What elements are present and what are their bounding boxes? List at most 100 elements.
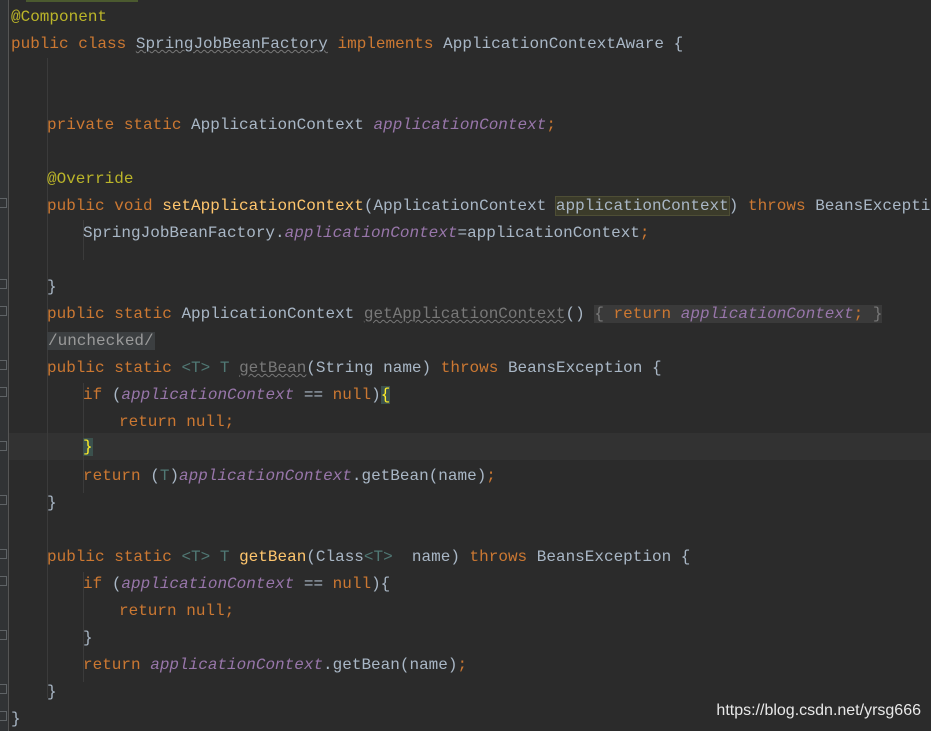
code-line[interactable]: public void setApplicationContext(Applic… xyxy=(47,196,931,216)
method-name: getBean xyxy=(239,548,307,566)
code-line[interactable]: /unchecked/ xyxy=(47,331,155,351)
code-line[interactable]: public static ApplicationContext getAppl… xyxy=(47,304,883,324)
search-highlight xyxy=(26,0,138,2)
code-line[interactable]: public static <T> T getBean(String name)… xyxy=(47,358,662,378)
fold-marker-icon[interactable] xyxy=(0,198,7,208)
keyword: private xyxy=(47,116,115,134)
fold-marker-icon[interactable] xyxy=(0,306,7,316)
fold-marker-icon[interactable] xyxy=(0,549,7,559)
keyword: if xyxy=(83,386,103,404)
code-line[interactable]: return applicationContext.getBean(name); xyxy=(83,655,467,675)
type-name: ApplicationContext xyxy=(181,305,355,323)
code-line[interactable]: private static ApplicationContext applic… xyxy=(47,115,556,135)
operator: == xyxy=(303,575,324,593)
field-name: applicationContext xyxy=(179,467,352,485)
field-name: applicationContext xyxy=(284,224,458,242)
code-line[interactable]: } xyxy=(47,682,57,702)
field-name: applicationContext xyxy=(680,305,854,323)
type-parameter: <T> xyxy=(181,548,211,566)
folded-annotation[interactable]: /unchecked/ xyxy=(47,332,155,350)
fold-marker-icon[interactable] xyxy=(0,441,7,451)
fold-marker-icon[interactable] xyxy=(0,495,7,505)
fold-marker-icon[interactable] xyxy=(0,711,7,721)
field-name: applicationContext xyxy=(373,116,547,134)
annotation: @Override xyxy=(47,170,134,188)
parameters: (String name) xyxy=(306,359,432,377)
type-name: ApplicationContext xyxy=(373,197,547,215)
keyword: return xyxy=(83,656,141,674)
paren: ( xyxy=(111,575,122,593)
keyword: static xyxy=(114,305,172,323)
field-name: applicationContext xyxy=(150,656,324,674)
keyword: throws xyxy=(440,359,499,377)
code-line[interactable]: } xyxy=(83,437,93,457)
paren: ) xyxy=(371,386,381,404)
brace: { xyxy=(594,305,604,323)
method-name: getApplicationContext xyxy=(363,305,566,323)
keyword: implements xyxy=(337,35,434,53)
keyword: static xyxy=(123,116,182,134)
keyword: return xyxy=(119,413,177,431)
code-line[interactable]: } xyxy=(47,277,57,297)
brace: } xyxy=(83,629,93,647)
code-line[interactable]: if (applicationContext == null){ xyxy=(83,385,391,405)
brace: } xyxy=(11,710,21,728)
paren: ( xyxy=(150,467,160,485)
code-line[interactable]: return null; xyxy=(119,412,234,432)
code-line[interactable]: @Override xyxy=(47,169,133,189)
semicolon: ; xyxy=(853,305,864,323)
code-line[interactable]: } xyxy=(83,628,93,648)
brace: } xyxy=(872,305,883,323)
semicolon: ; xyxy=(224,413,235,431)
parameters: name) xyxy=(392,548,460,566)
type-parameter: <T> xyxy=(181,359,211,377)
keyword: public xyxy=(47,197,105,215)
parameters: (Class xyxy=(306,548,364,566)
fold-marker-icon[interactable] xyxy=(0,360,7,370)
semicolon: ; xyxy=(486,467,496,485)
keyword: static xyxy=(114,359,172,377)
brace: } xyxy=(47,683,57,701)
annotation: @Component xyxy=(11,8,108,26)
class-name: SpringJobBeanFactory xyxy=(135,35,328,53)
brace: } xyxy=(47,494,57,512)
code-line[interactable]: return null; xyxy=(119,601,234,621)
paren: () xyxy=(565,305,585,323)
keyword: null xyxy=(186,413,225,431)
code-line[interactable]: SpringJobBeanFactory.applicationContext=… xyxy=(83,223,650,243)
code-line[interactable]: } xyxy=(11,709,21,729)
exception-name: BeansException xyxy=(536,548,672,566)
semicolon: ; xyxy=(639,224,650,242)
indent-guide xyxy=(47,58,48,698)
semicolon: ; xyxy=(224,602,235,620)
paren: ){ xyxy=(371,575,391,593)
fold-marker-icon[interactable] xyxy=(0,387,7,397)
keyword: throws xyxy=(747,197,806,215)
code-line[interactable]: } xyxy=(47,493,57,513)
method-call: .getBean(name) xyxy=(351,467,487,485)
field-name: applicationContext xyxy=(121,386,295,404)
type-parameter: T xyxy=(159,467,170,485)
field-name: applicationContext xyxy=(121,575,295,593)
keyword: return xyxy=(613,305,672,323)
semicolon: ; xyxy=(457,656,468,674)
method-call: .getBean(name) xyxy=(323,656,458,674)
operator: == xyxy=(303,386,324,404)
code-line[interactable]: @Component xyxy=(11,7,107,27)
keyword: throws xyxy=(469,548,528,566)
matched-brace: } xyxy=(83,438,93,456)
keyword: return xyxy=(83,467,141,485)
fold-marker-icon[interactable] xyxy=(0,630,7,640)
paren: ( xyxy=(111,386,122,404)
code-line[interactable]: public static <T> T getBean(Class<T> nam… xyxy=(47,547,690,567)
code-line[interactable]: if (applicationContext == null){ xyxy=(83,574,390,594)
fold-marker-icon[interactable] xyxy=(0,684,7,694)
type-parameter: <T> xyxy=(363,548,393,566)
code-line[interactable]: public class SpringJobBeanFactory implem… xyxy=(11,34,683,54)
keyword: void xyxy=(114,197,153,215)
code-line[interactable]: return (T)applicationContext.getBean(nam… xyxy=(83,466,496,486)
folded-region[interactable]: { return applicationContext; } xyxy=(594,305,883,323)
code-editor[interactable]: @Component public class SpringJobBeanFac… xyxy=(0,0,931,731)
fold-marker-icon[interactable] xyxy=(0,576,7,586)
fold-marker-icon[interactable] xyxy=(0,279,7,289)
